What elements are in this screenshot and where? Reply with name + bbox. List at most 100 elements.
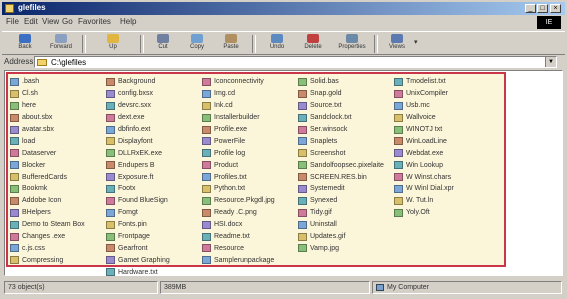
cut-button[interactable]: Cut — [148, 34, 178, 54]
file-item[interactable]: Profile log — [202, 147, 275, 159]
file-item[interactable]: Sandclock.txt — [298, 112, 384, 124]
file-item[interactable]: UnixCompiler — [394, 88, 454, 100]
file-item[interactable]: Resource.Pkgdl.jpg — [202, 195, 275, 207]
file-item[interactable]: Profiles.txt — [202, 171, 275, 183]
views-button[interactable]: Views — [382, 34, 412, 54]
file-item[interactable]: c.js.css — [10, 242, 85, 254]
file-item[interactable]: PowerFile — [202, 135, 275, 147]
file-item[interactable]: Ser.winsock — [298, 124, 384, 136]
minimize-button[interactable]: _ — [525, 4, 536, 13]
file-item[interactable]: Sandolfoopsec.pixelaite — [298, 159, 384, 171]
file-item[interactable]: .bash — [10, 76, 85, 88]
file-item[interactable]: Installerbuilder — [202, 112, 275, 124]
file-item[interactable]: dext.exe — [106, 112, 170, 124]
file-item[interactable]: Img.cd — [202, 88, 275, 100]
menu-go[interactable]: Go — [62, 17, 73, 26]
file-item[interactable]: DLLRxEK.exe — [106, 147, 170, 159]
file-item[interactable]: Gamet Graphing — [106, 254, 170, 266]
file-item[interactable]: Changes .exe — [10, 231, 85, 243]
copy-button[interactable]: Copy — [182, 34, 212, 54]
file-item[interactable]: Systemedit — [298, 183, 384, 195]
file-item[interactable]: Cl.sh — [10, 88, 85, 100]
menu-favorites[interactable]: Favorites — [78, 17, 111, 26]
file-item[interactable]: Footx — [106, 183, 170, 195]
file-item[interactable]: W Winst.chars — [394, 171, 454, 183]
file-item[interactable]: Product — [202, 159, 275, 171]
file-item[interactable]: Synexed — [298, 195, 384, 207]
delete-button[interactable]: Delete — [298, 34, 328, 54]
file-item[interactable]: Endupers B — [106, 159, 170, 171]
file-item[interactable]: Ink.cd — [202, 100, 275, 112]
file-item[interactable]: Webdat.exe — [394, 147, 454, 159]
file-item[interactable]: Displayfont — [106, 135, 170, 147]
file-item[interactable]: Win Lookup — [394, 159, 454, 171]
file-item[interactable]: Screenshot — [298, 147, 384, 159]
file-item[interactable]: Resource — [202, 242, 275, 254]
file-item[interactable]: HSI.docx — [202, 219, 275, 231]
file-item[interactable]: Snaplets — [298, 135, 384, 147]
file-item[interactable]: Blocker — [10, 159, 85, 171]
file-item[interactable]: Hardware.txt — [106, 266, 170, 278]
file-item[interactable]: Tmodelist.txt — [394, 76, 454, 88]
file-item[interactable]: Addobe Icon — [10, 195, 85, 207]
file-item[interactable]: Usb.mc — [394, 100, 454, 112]
file-item[interactable]: Profile.exe — [202, 124, 275, 136]
menu-view[interactable]: View — [42, 17, 59, 26]
file-item[interactable]: avatar.sbx — [10, 124, 85, 136]
up-button[interactable]: Up — [98, 34, 128, 54]
file-item[interactable]: SCREEN.RES.bin — [298, 171, 384, 183]
file-item[interactable]: Background — [106, 76, 170, 88]
file-item[interactable]: Fonts.pin — [106, 219, 170, 231]
forward-button[interactable]: Forward — [46, 34, 76, 54]
file-item[interactable]: W. Tut.ln — [394, 195, 454, 207]
close-button[interactable]: × — [550, 4, 561, 13]
file-icon — [298, 125, 307, 134]
back-button[interactable]: Back — [10, 34, 40, 54]
file-item[interactable]: BufferedCards — [10, 171, 85, 183]
file-name: Img.cd — [214, 90, 236, 98]
file-item[interactable]: Bookmk — [10, 183, 85, 195]
views-dropdown-arrow-icon[interactable]: ▾ — [414, 38, 418, 46]
file-item[interactable]: Snap.gold — [298, 88, 384, 100]
file-item[interactable]: Fomgt — [106, 207, 170, 219]
menu-edit[interactable]: Edit — [24, 17, 38, 26]
maximize-button[interactable]: □ — [537, 4, 548, 13]
file-item[interactable]: Frontpage — [106, 231, 170, 243]
file-item[interactable]: WinLoadLine — [394, 135, 454, 147]
file-item[interactable]: Uninstall — [298, 219, 384, 231]
properties-button[interactable]: Properties — [334, 34, 370, 54]
undo-button[interactable]: Undo — [262, 34, 292, 54]
menu-help[interactable]: Help — [120, 17, 136, 26]
file-item[interactable]: Compressing — [10, 254, 85, 266]
file-item[interactable]: Gearfront — [106, 242, 170, 254]
file-item[interactable]: devsrc.sxx — [106, 100, 170, 112]
file-item[interactable]: Readme.txt — [202, 231, 275, 243]
file-item[interactable]: config.bxsx — [106, 88, 170, 100]
file-item[interactable]: Dataserver — [10, 147, 85, 159]
file-item[interactable]: Yoly.Oft — [394, 207, 454, 219]
file-item[interactable]: Samplerunpackage — [202, 254, 275, 266]
file-item[interactable]: BHelpers — [10, 207, 85, 219]
file-item[interactable]: WINOTJ txt — [394, 124, 454, 136]
file-item[interactable]: Source.txt — [298, 100, 384, 112]
file-item[interactable]: about.sbx — [10, 112, 85, 124]
paste-button[interactable]: Paste — [216, 34, 246, 54]
address-field[interactable]: C:\glefiles ▼ — [34, 56, 557, 68]
file-item[interactable]: Iconconnectivity — [202, 76, 275, 88]
file-item[interactable]: load — [10, 135, 85, 147]
file-item[interactable]: here — [10, 100, 85, 112]
file-item[interactable]: Exposure.ft — [106, 171, 170, 183]
file-item[interactable]: Demo to Steam Box — [10, 219, 85, 231]
file-item[interactable]: Python.txt — [202, 183, 275, 195]
file-item[interactable]: Vamp.jpg — [298, 242, 384, 254]
file-item[interactable]: Ready .C.png — [202, 207, 275, 219]
file-item[interactable]: Updates.gif — [298, 231, 384, 243]
file-item[interactable]: Solid.bas — [298, 76, 384, 88]
file-item[interactable]: Found BlueSign — [106, 195, 170, 207]
file-item[interactable]: Tidy.gif — [298, 207, 384, 219]
address-dropdown-button[interactable]: ▼ — [545, 57, 556, 67]
file-item[interactable]: W Winl Dial.xpr — [394, 183, 454, 195]
file-item[interactable]: Wallvoice — [394, 112, 454, 124]
file-item[interactable]: dbfinfo.ext — [106, 124, 170, 136]
menu-file[interactable]: File — [6, 17, 19, 26]
